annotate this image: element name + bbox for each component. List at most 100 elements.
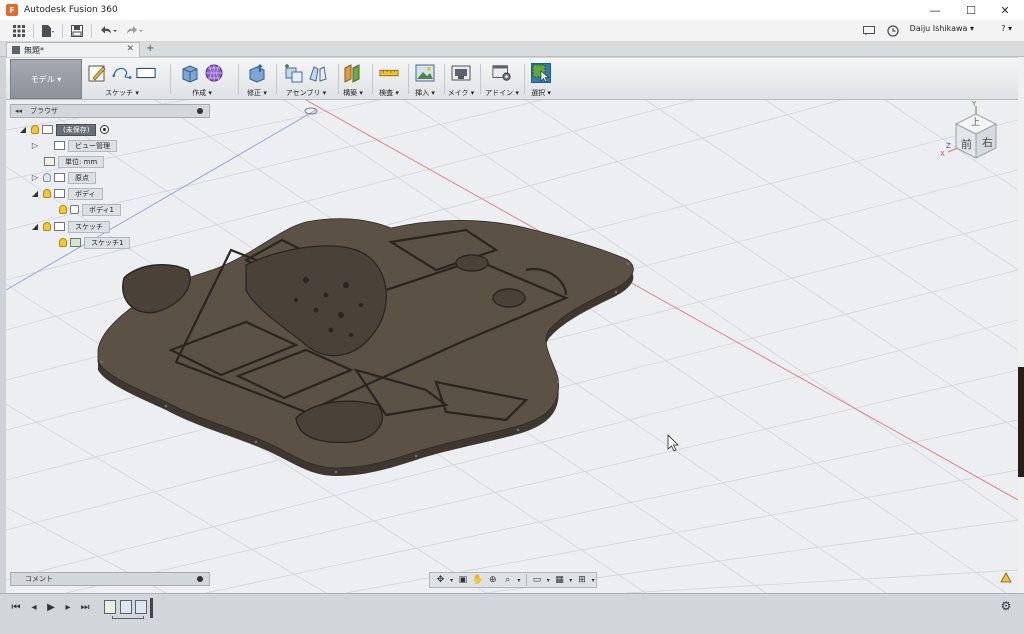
data-panel-grid-icon[interactable] bbox=[8, 21, 30, 41]
inspect-group[interactable]: 検査 ▾ bbox=[374, 61, 404, 99]
rectangle-icon[interactable] bbox=[136, 63, 156, 83]
select-tool-icon[interactable] bbox=[531, 63, 551, 83]
press-pull-icon[interactable] bbox=[247, 63, 267, 83]
scripts-addins-icon[interactable] bbox=[492, 63, 512, 83]
tree-node-origin[interactable]: ▷ 原点 bbox=[30, 171, 96, 184]
redo-icon[interactable] bbox=[121, 21, 147, 41]
orbit-icon[interactable]: ✥ bbox=[434, 574, 447, 586]
display-dropdown-icon[interactable]: ▾ bbox=[546, 574, 552, 586]
extrude-icon[interactable] bbox=[180, 63, 200, 83]
addins-group[interactable]: アドイン ▾ bbox=[482, 61, 522, 99]
modify-group[interactable]: 修正 ▾ bbox=[242, 61, 272, 99]
create-sketch-icon[interactable] bbox=[88, 63, 108, 83]
visibility-bulb-icon[interactable] bbox=[59, 238, 67, 247]
viewcube-right-face[interactable]: 右 bbox=[982, 134, 993, 150]
workspace-switcher[interactable]: モデル ▾ bbox=[10, 59, 82, 99]
timeline-marker[interactable] bbox=[150, 598, 153, 618]
expand-triangle-icon[interactable]: ◢ bbox=[30, 222, 40, 231]
offset-plane-icon[interactable] bbox=[343, 63, 363, 83]
viewports-dropdown-icon[interactable]: ▾ bbox=[590, 574, 596, 586]
expand-triangle-icon[interactable]: ▷ bbox=[30, 141, 40, 150]
construct-group[interactable]: 構築 ▾ bbox=[338, 61, 368, 99]
new-tab-icon[interactable]: + bbox=[146, 43, 154, 54]
make-group[interactable]: メイク ▾ bbox=[446, 61, 476, 99]
tree-root-unsaved[interactable]: ◢ (未保存) bbox=[18, 123, 110, 136]
tree-node-bodies[interactable]: ◢ ボディ bbox=[30, 187, 103, 200]
activate-radio-icon[interactable] bbox=[100, 125, 110, 134]
desktop-edge bbox=[1018, 57, 1024, 593]
job-status-icon[interactable] bbox=[858, 21, 880, 41]
form-sphere-icon[interactable] bbox=[204, 63, 224, 83]
maximize-button[interactable]: ☐ bbox=[954, 0, 988, 20]
axis-x-label: X bbox=[940, 150, 945, 158]
close-tab-icon[interactable]: ✕ bbox=[126, 44, 134, 54]
browser-pin-icon[interactable] bbox=[197, 108, 203, 114]
grid-dropdown-icon[interactable]: ▾ bbox=[568, 574, 574, 586]
go-to-start-icon[interactable]: ⏮ bbox=[10, 601, 22, 613]
tree-node-named-views[interactable]: ▷ ビュー管理 bbox=[30, 139, 117, 152]
expand-triangle-icon[interactable]: ◢ bbox=[18, 125, 28, 134]
document-tab[interactable]: 無題* ✕ bbox=[6, 42, 140, 57]
document-cube-icon bbox=[12, 46, 20, 54]
separator bbox=[62, 23, 63, 38]
tree-node-body1[interactable]: ボディ1 bbox=[56, 203, 121, 216]
user-account-menu[interactable]: Daiju Ishikawa ▾ bbox=[910, 24, 974, 33]
comments-panel[interactable]: コメント bbox=[10, 572, 210, 586]
assemble-group[interactable]: アセンブリ ▾ bbox=[278, 61, 334, 99]
step-forward-icon[interactable]: ▸ bbox=[62, 601, 74, 613]
viewcube-top-face[interactable]: 上 bbox=[971, 115, 980, 128]
new-component-icon[interactable] bbox=[284, 63, 304, 83]
visibility-bulb-icon[interactable] bbox=[59, 205, 67, 214]
timeline-extrude-feature-icon[interactable] bbox=[120, 600, 132, 614]
measure-icon[interactable] bbox=[379, 63, 399, 83]
timeline-settings-gear-icon[interactable]: ⚙ bbox=[1000, 599, 1012, 613]
spline-icon[interactable] bbox=[112, 63, 132, 83]
expand-triangle-icon[interactable]: ◢ bbox=[30, 189, 40, 198]
pan-hand-icon[interactable]: ✋ bbox=[471, 574, 484, 586]
visibility-bulb-icon[interactable] bbox=[43, 222, 51, 231]
timeline-extrude-feature-icon[interactable] bbox=[135, 600, 147, 614]
zoom-dropdown-icon[interactable]: ▾ bbox=[516, 574, 522, 586]
timeline-sketch-feature-icon[interactable] bbox=[104, 600, 116, 614]
construct-label: 構築 ▾ bbox=[343, 89, 363, 97]
browser-panel-header[interactable]: ◂◂ ブラウザ bbox=[10, 104, 210, 118]
tree-node-sketch1[interactable]: スケッチ1 bbox=[56, 236, 131, 249]
visibility-bulb-icon[interactable] bbox=[43, 173, 51, 182]
fit-zoom-icon[interactable]: ⌕ bbox=[501, 574, 514, 586]
visibility-bulb-icon[interactable] bbox=[43, 189, 51, 198]
joint-icon[interactable] bbox=[308, 63, 328, 83]
viewcube-front-face[interactable]: 前 bbox=[961, 136, 972, 152]
expand-triangle-icon[interactable]: ▷ bbox=[30, 173, 40, 182]
axis-y-label: Y bbox=[972, 100, 977, 108]
comments-add-icon[interactable] bbox=[197, 576, 203, 582]
insert-image-icon[interactable] bbox=[415, 63, 435, 83]
zoom-icon[interactable]: ⊕ bbox=[486, 574, 499, 586]
minimize-button[interactable]: — bbox=[918, 0, 952, 20]
clock-icon[interactable] bbox=[882, 21, 904, 41]
insert-group[interactable]: 挿入 ▾ bbox=[410, 61, 440, 99]
close-window-button[interactable]: ✕ bbox=[988, 0, 1022, 20]
viewports-icon[interactable]: ⊞ bbox=[576, 574, 589, 586]
separator bbox=[276, 64, 277, 94]
create-group[interactable]: 作成 ▾ bbox=[174, 61, 230, 99]
go-to-end-icon[interactable]: ⏭ bbox=[79, 601, 91, 613]
collapse-browser-icon[interactable]: ◂◂ bbox=[15, 107, 22, 115]
3d-print-icon[interactable] bbox=[451, 63, 471, 83]
orbit-dropdown-icon[interactable]: ▾ bbox=[449, 574, 455, 586]
save-icon[interactable] bbox=[66, 21, 88, 41]
visibility-bulb-icon[interactable] bbox=[31, 125, 39, 134]
look-at-icon[interactable]: ▣ bbox=[456, 574, 469, 586]
help-menu[interactable]: ? ▾ bbox=[1001, 24, 1012, 33]
play-icon[interactable]: ▶ bbox=[45, 601, 57, 613]
select-group[interactable]: 選択 ▾ bbox=[526, 61, 556, 99]
viewcube[interactable]: 上 前 右 X Y Z bbox=[936, 100, 1016, 172]
grid-settings-icon[interactable]: ▦ bbox=[553, 574, 566, 586]
3d-canvas-viewport[interactable]: 上 前 右 X Y Z bbox=[6, 100, 1018, 593]
tree-node-units[interactable]: 単位: mm bbox=[40, 155, 105, 168]
step-back-icon[interactable]: ◂ bbox=[28, 601, 40, 613]
file-menu-icon[interactable] bbox=[37, 21, 59, 41]
undo-icon[interactable] bbox=[95, 21, 121, 41]
sketch-group[interactable]: スケッチ ▾ bbox=[86, 61, 158, 99]
tree-node-sketches[interactable]: ◢ スケッチ bbox=[30, 220, 110, 233]
display-settings-icon[interactable]: ▭ bbox=[531, 574, 544, 586]
